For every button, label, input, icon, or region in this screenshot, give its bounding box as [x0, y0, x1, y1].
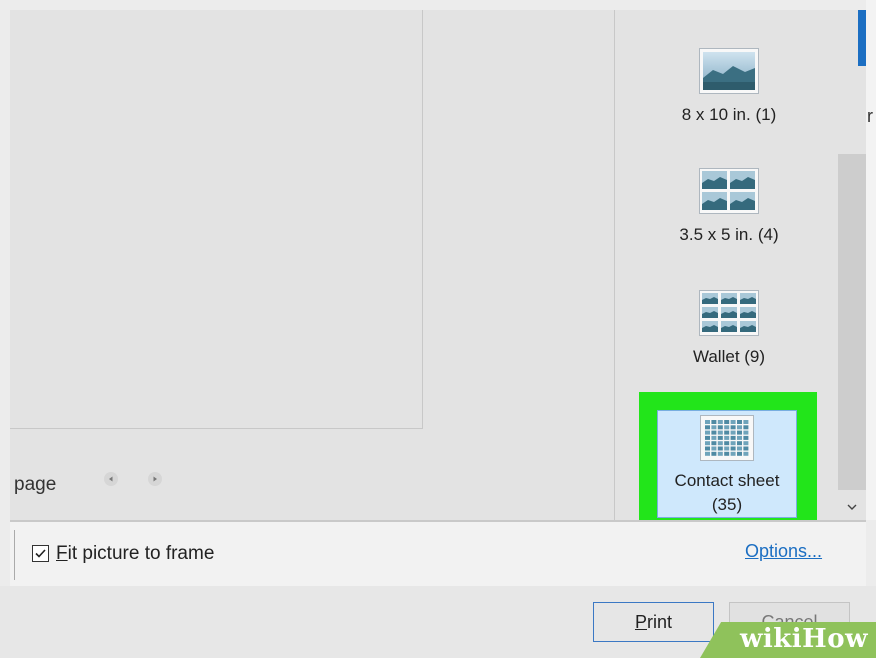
- logo-wiki: wiki: [740, 624, 803, 654]
- layout-scrollbar-thumb[interactable]: [838, 154, 866, 490]
- checkmark-icon: [35, 549, 46, 558]
- arrow-left-icon: [109, 476, 113, 482]
- layout-label: Wallet (9): [692, 347, 766, 366]
- contact-sheet-label: Contact sheet: [674, 471, 780, 490]
- options-link[interactable]: Options...: [745, 541, 822, 562]
- fit-label-rest: it picture to frame: [67, 543, 215, 564]
- window-edge-accent: [858, 10, 866, 66]
- fit-picture-checkbox[interactable]: [32, 545, 49, 562]
- print-label-rest: rint: [647, 611, 673, 632]
- preview-page: [10, 10, 423, 429]
- page-label: page: [14, 474, 57, 495]
- contact-sheet-count: (35): [711, 495, 743, 514]
- print-pictures-dialog: page 8 x 10 in. (1) 3.5 x 5 in. (4) Wall…: [0, 0, 876, 658]
- logo-how: How: [802, 624, 868, 654]
- layout-option-contact-sheet[interactable]: Contact sheet (35): [657, 410, 797, 518]
- arrow-right-icon: [153, 476, 157, 482]
- layout-option-3.5x5[interactable]: 3.5 x 5 in. (4): [657, 168, 801, 246]
- scroll-down-button[interactable]: [842, 498, 862, 516]
- nine-photos-icon: [699, 290, 759, 336]
- print-preview-area: page: [10, 10, 614, 520]
- layout-list-panel: 8 x 10 in. (1) 3.5 x 5 in. (4) Wallet (9…: [614, 10, 867, 522]
- previous-page-button[interactable]: [104, 472, 118, 486]
- print-accesskey: P: [634, 611, 647, 632]
- options-bar-edge: [14, 530, 15, 580]
- single-photo-icon: [699, 48, 759, 94]
- fit-picture-label[interactable]: Fit picture to frame: [56, 543, 214, 565]
- layout-option-8x10[interactable]: 8 x 10 in. (1): [657, 48, 801, 126]
- chevron-down-icon: [847, 504, 857, 510]
- contact-sheet-icon: [700, 415, 754, 461]
- next-page-button[interactable]: [148, 472, 162, 486]
- fit-accesskey: F: [56, 543, 68, 564]
- wikihow-logo: wikiHow: [740, 624, 868, 654]
- right-edge-strip: [866, 0, 876, 520]
- layout-label: 3.5 x 5 in. (4): [679, 225, 779, 244]
- layout-option-wallet[interactable]: Wallet (9): [657, 290, 801, 368]
- layout-label: 8 x 10 in. (1): [681, 105, 777, 124]
- print-button[interactable]: Print: [593, 602, 714, 642]
- clipped-text: r: [867, 106, 873, 126]
- layout-label: Contact sheet (35): [658, 469, 796, 517]
- four-photos-icon: [699, 168, 759, 214]
- contact-sheet-highlight: Contact sheet (35): [639, 392, 817, 522]
